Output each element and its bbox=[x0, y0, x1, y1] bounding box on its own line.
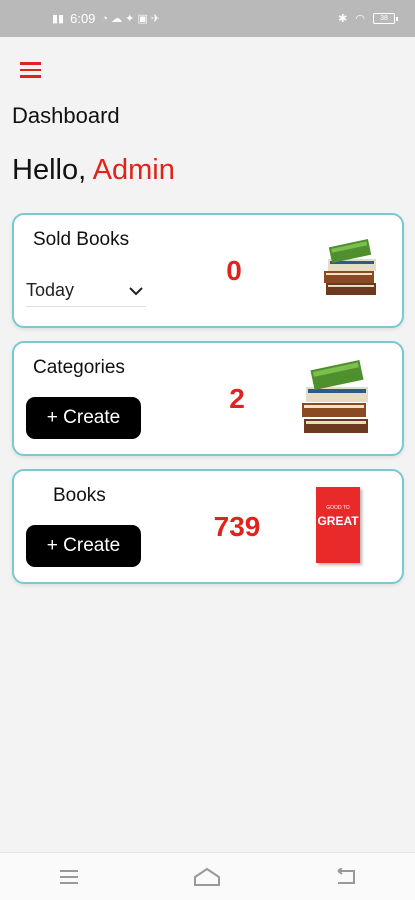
status-left: ▮▮ 6:09 ◔ ☁ ✦ ▣ ✈ bbox=[52, 11, 160, 26]
status-time: 6:09 bbox=[70, 11, 96, 26]
book-cover-subtitle: GOOD TO bbox=[326, 505, 350, 511]
greeting-text: Hello, bbox=[12, 154, 87, 186]
sold-books-count: 0 bbox=[226, 255, 242, 286]
status-right: ✱ ◠ 38 bbox=[338, 12, 398, 25]
signal-icon: ▮▮ bbox=[52, 13, 65, 25]
books-card: Books + Create 739 GOOD TO GREAT bbox=[12, 469, 404, 584]
greeting: Hello, Admin bbox=[12, 154, 175, 187]
sold-books-card: Sold Books Today 0 bbox=[12, 213, 404, 328]
categories-title: Categories bbox=[33, 357, 125, 378]
battery-icon: 38 bbox=[373, 13, 398, 24]
back-icon bbox=[337, 867, 355, 884]
books-stack-icon bbox=[302, 360, 368, 433]
sold-books-title: Sold Books bbox=[33, 229, 130, 250]
bluetooth-icon: ✱ bbox=[338, 13, 348, 25]
system-nav-bar bbox=[0, 852, 415, 900]
notification-icons: ◔ ☁ ✦ ▣ ✈ bbox=[101, 13, 161, 25]
categories-card: Categories + Create 2 bbox=[12, 341, 404, 456]
status-bar: ▮▮ 6:09 ◔ ☁ ✦ ▣ ✈ ✱ ◠ 38 bbox=[0, 0, 415, 37]
user-name: Admin bbox=[92, 154, 175, 186]
chevron-down-icon bbox=[129, 286, 143, 295]
period-dropdown-value: Today bbox=[26, 280, 75, 300]
home-icon bbox=[194, 867, 221, 886]
page-title: Dashboard bbox=[12, 103, 120, 128]
books-stack-icon bbox=[324, 239, 376, 295]
create-book-button[interactable]: + Create bbox=[26, 525, 141, 567]
period-dropdown[interactable]: Today bbox=[26, 275, 146, 307]
hamburger-menu-icon[interactable] bbox=[20, 58, 48, 82]
create-category-button[interactable]: + Create bbox=[26, 397, 141, 439]
book-cover-title: GREAT bbox=[317, 514, 359, 528]
battery-level: 38 bbox=[380, 15, 388, 22]
recent-apps-icon bbox=[60, 869, 79, 884]
wifi-icon: ◠ bbox=[355, 13, 365, 25]
books-count: 739 bbox=[213, 511, 261, 542]
categories-count: 2 bbox=[229, 383, 245, 414]
book-cover-image: GOOD TO GREAT bbox=[316, 487, 360, 563]
back-button[interactable] bbox=[326, 857, 366, 897]
home-button[interactable] bbox=[187, 857, 227, 897]
books-title: Books bbox=[53, 485, 106, 506]
recent-apps-button[interactable] bbox=[49, 857, 89, 897]
